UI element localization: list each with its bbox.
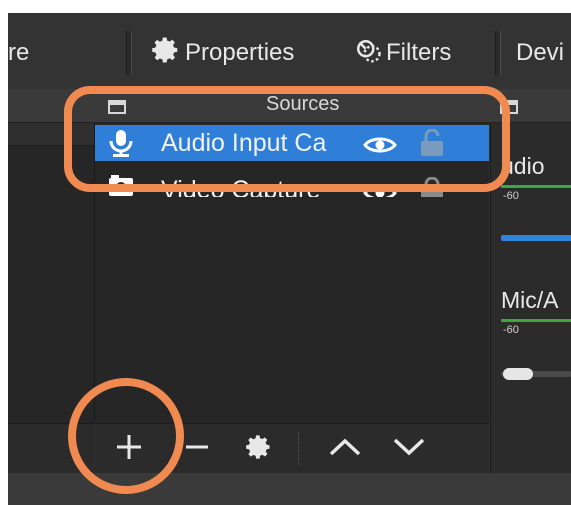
devices-button[interactable]: Devi — [516, 33, 564, 73]
obs-window: re Properties Filters Devi Sources Audio… — [8, 13, 571, 505]
plus-icon — [114, 432, 144, 467]
toolbar-separator — [126, 31, 132, 75]
dock-header-strip: Sources — [8, 89, 571, 123]
move-source-down-button[interactable] — [389, 430, 429, 468]
filters-label: Filters — [386, 39, 452, 66]
chevron-up-icon — [328, 436, 362, 463]
source-item-video-capture[interactable]: Video Capture — [95, 163, 489, 197]
meter-scale-label: -60 — [503, 324, 519, 336]
devices-label: Devi — [516, 39, 565, 66]
chevron-down-icon — [392, 436, 426, 463]
gear-icon — [151, 35, 181, 72]
mixer-channel-name: udio — [501, 153, 545, 179]
scene-list-item[interactable] — [8, 123, 94, 146]
meter-scale-label: -60 — [503, 190, 519, 202]
properties-label: Properties — [185, 39, 295, 66]
microphone-icon — [107, 128, 135, 158]
camera-icon — [107, 173, 135, 197]
sources-dock-title: Sources — [266, 93, 340, 115]
sources-list[interactable]: Audio Input Ca Video Capture — [95, 123, 489, 423]
unlocked-lock-icon[interactable] — [419, 176, 445, 197]
filters-button[interactable]: Filters — [352, 33, 451, 73]
filters-icon — [352, 35, 382, 72]
unlocked-lock-icon[interactable] — [419, 128, 445, 157]
properties-button[interactable]: Properties — [151, 33, 294, 73]
status-bar — [8, 473, 571, 505]
volume-slider[interactable] — [501, 235, 571, 241]
volume-slider-handle[interactable] — [503, 368, 533, 380]
visibility-eye-icon[interactable] — [363, 181, 397, 197]
toolbar-separator — [495, 31, 501, 75]
toolbar-partial-button[interactable]: re — [8, 33, 29, 73]
move-source-up-button[interactable] — [325, 430, 365, 468]
gear-icon — [245, 433, 273, 466]
source-label: Audio Input Ca — [161, 128, 327, 157]
scenes-toolbar — [8, 423, 94, 474]
minus-icon — [183, 432, 211, 467]
audio-mixer: udio -60 Mic/A -60 — [490, 123, 571, 473]
scenes-list[interactable] — [8, 123, 95, 423]
dock-undock-icon[interactable] — [500, 99, 518, 120]
mixer-channel-name: Mic/A — [501, 287, 559, 313]
remove-source-button[interactable] — [179, 430, 215, 468]
toolbar-partial-label: re — [8, 39, 30, 66]
source-properties-button[interactable] — [241, 430, 277, 468]
dock-undock-icon[interactable] — [108, 99, 126, 120]
context-toolbar: re Properties Filters Devi — [8, 13, 571, 89]
sources-toolbar — [95, 423, 489, 474]
source-item-audio-input[interactable]: Audio Input Ca — [95, 125, 489, 161]
toolbar-separator — [298, 432, 299, 466]
add-source-button[interactable] — [109, 430, 149, 468]
source-label: Video Capture — [161, 176, 321, 197]
visibility-eye-icon[interactable] — [363, 133, 397, 153]
